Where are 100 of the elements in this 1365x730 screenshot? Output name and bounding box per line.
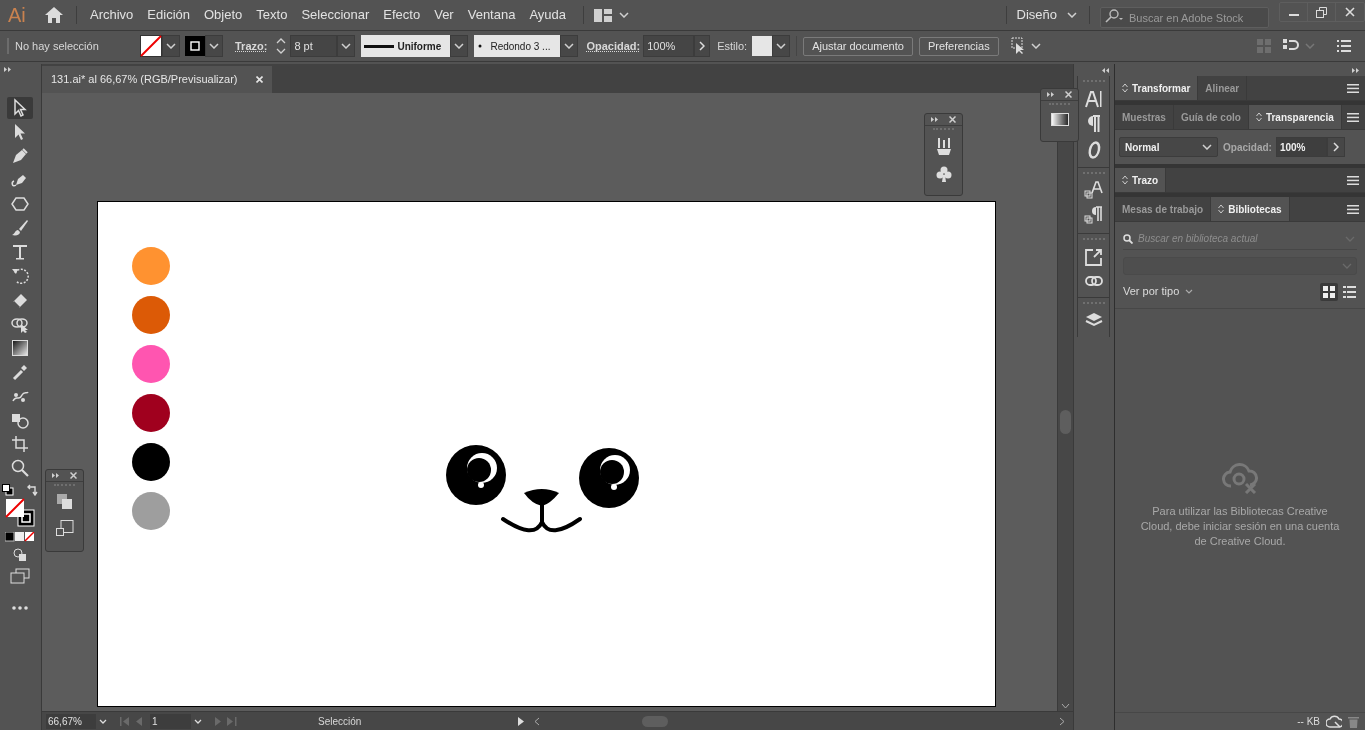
menu-item[interactable]: Archivo [83, 0, 141, 30]
expand-panel-icon[interactable] [1352, 67, 1360, 73]
expand-button[interactable] [694, 35, 711, 57]
panel-menu-icon[interactable] [1347, 83, 1359, 93]
paragraph-icon[interactable] [1086, 115, 1101, 133]
dropdown-button[interactable] [772, 35, 791, 57]
style-swatch[interactable] [752, 36, 773, 56]
brush-dropdown[interactable]: Redondo 3 ... [474, 35, 561, 57]
panel-menu-icon[interactable] [1347, 204, 1359, 214]
chevron-down-icon[interactable] [1067, 12, 1077, 18]
rotate-icon [9, 266, 30, 286]
panel-tab[interactable]: Bibliotecas [1211, 197, 1290, 221]
dropdown-button[interactable] [205, 35, 223, 57]
close-icon[interactable] [1065, 91, 1072, 98]
swap-colors-icon[interactable] [25, 484, 38, 496]
chevron-down-icon[interactable] [619, 12, 630, 18]
menu-item[interactable]: Ventana [460, 0, 523, 30]
scroll-right-icon[interactable] [1059, 716, 1065, 726]
stroke-swatch-icon[interactable] [185, 36, 205, 56]
panel-menu-icon[interactable] [1347, 112, 1359, 122]
chevron-down-icon [564, 43, 575, 49]
restore-icon [1316, 6, 1327, 18]
dropdown-button[interactable] [450, 35, 469, 57]
draw-mode-icon[interactable] [12, 548, 27, 562]
search-field[interactable]: Buscar en Adobe Stock [1100, 7, 1269, 28]
menu-item[interactable]: Ayuda [522, 0, 574, 30]
export-icon[interactable] [1084, 248, 1103, 266]
close-icon[interactable] [949, 116, 956, 123]
fill-stroke-icon[interactable] [4, 498, 35, 528]
screen-mode-icon[interactable] [9, 568, 30, 584]
menu-item[interactable]: Edición [140, 0, 197, 30]
dropdown-button[interactable] [162, 35, 180, 57]
grid-view-button[interactable] [1320, 282, 1338, 301]
list-view-icon[interactable] [1343, 285, 1356, 298]
gradient-panel-icon[interactable] [1050, 113, 1069, 126]
opacity-field[interactable]: 100% [643, 35, 695, 57]
opacity-label: Opacidad: [1223, 140, 1272, 155]
chevron-down-icon[interactable] [1030, 43, 1041, 49]
close-icon[interactable] [256, 76, 263, 83]
paragraph-styles-icon[interactable] [1083, 206, 1104, 226]
dropdown-button[interactable] [560, 35, 579, 57]
workspace-switcher[interactable]: Diseño [1016, 5, 1089, 25]
dropdown-button[interactable] [337, 35, 356, 57]
minimize-icon [1288, 14, 1299, 16]
menu-item[interactable]: Texto [249, 0, 295, 30]
close-icon[interactable] [70, 472, 77, 479]
document-tab[interactable]: 131.ai* al 66,67% (RGB/Previsualizar) [42, 66, 272, 93]
scroll-down-icon[interactable] [1061, 703, 1070, 709]
color-mode-icon[interactable] [4, 532, 35, 542]
panel-tab[interactable]: Transparencia [1248, 105, 1342, 129]
chevron-down-icon [166, 43, 176, 49]
character-styles-icon[interactable] [1083, 181, 1104, 201]
transform-icon[interactable] [55, 520, 74, 536]
panel-tab[interactable]: Trazo [1115, 168, 1167, 192]
pathfinder-icon[interactable] [56, 494, 73, 510]
panel-menu-icon[interactable] [1347, 175, 1359, 185]
chevron-down-icon [1305, 43, 1315, 49]
document-setup-button[interactable]: Ajustar documento [803, 36, 913, 56]
cloud-sync-icon[interactable] [1326, 715, 1342, 728]
character-icon[interactable] [1084, 90, 1103, 108]
zoom-field[interactable]: 66,67% [46, 713, 96, 729]
tool-button[interactable] [6, 97, 33, 119]
panel-tab[interactable]: Transformar [1115, 76, 1199, 100]
collapse-panel-icon[interactable] [1102, 67, 1110, 73]
fill-swatch-icon[interactable] [140, 35, 162, 57]
view-by-dropdown[interactable]: Ver por tipo [1123, 283, 1194, 300]
expand-panel-icon[interactable] [931, 117, 939, 122]
sign-in-message: Para utilizar las Bibliotecas Creative Cloud, debe iniciar sesión en una cuenta de Creative Cloud. [1139, 504, 1341, 549]
blend-mode-dropdown[interactable]: Normal [1119, 137, 1218, 157]
artboard-field[interactable]: 1 [150, 713, 191, 729]
club-icon[interactable] [935, 166, 952, 182]
scroll-left-icon[interactable] [534, 716, 540, 726]
menu-item[interactable]: Seleccionar [294, 0, 377, 30]
stroke-weight-field[interactable]: 8 pt [290, 35, 338, 57]
opacity-label[interactable]: Opacidad: [586, 37, 641, 55]
expand-panel-icon[interactable] [4, 66, 12, 72]
spinner-icon[interactable] [275, 37, 288, 55]
list-menu-icon[interactable] [1337, 40, 1351, 52]
layers-icon[interactable] [1084, 312, 1103, 328]
menu-item[interactable]: Efecto [376, 0, 428, 30]
links-icon[interactable] [1084, 276, 1103, 286]
play-icon[interactable] [518, 716, 524, 726]
expand-panel-icon[interactable] [52, 473, 60, 478]
menu-item[interactable]: Ver [427, 0, 461, 30]
brushes-icon[interactable] [935, 138, 952, 156]
default-colors-icon[interactable] [1, 484, 14, 496]
opentype-icon[interactable] [1086, 141, 1101, 159]
document-title: 131.ai* al 66,67% (RGB/Previsualizar) [51, 72, 238, 88]
opacity-field[interactable]: 100% [1275, 137, 1327, 157]
sort-arrows-icon [1255, 112, 1262, 122]
preferences-button[interactable]: Preferencias [918, 36, 999, 56]
home-icon[interactable] [44, 6, 64, 24]
menu-item[interactable]: Objeto [197, 0, 250, 30]
more-tools-icon[interactable] [11, 606, 28, 610]
layout-icon[interactable] [594, 8, 613, 22]
stroke-profile-dropdown[interactable]: Uniforme [361, 35, 451, 57]
chevron-down-icon[interactable] [1202, 144, 1212, 150]
stroke-label[interactable]: Trazo: [235, 37, 268, 55]
artboard-icon [9, 434, 30, 454]
brush-dot-icon [478, 44, 483, 48]
